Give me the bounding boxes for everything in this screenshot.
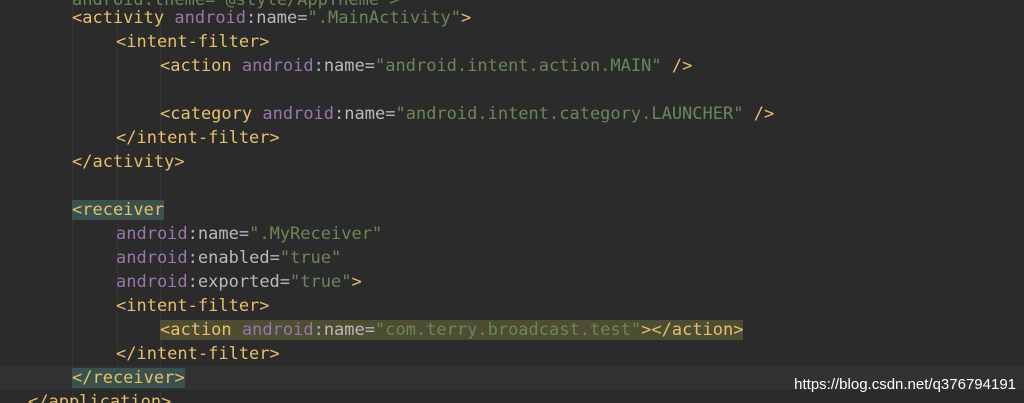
namespace: android xyxy=(116,224,188,244)
colon: : xyxy=(313,320,324,340)
tag: </intent-filter> xyxy=(116,344,280,364)
attribute-name: enabled xyxy=(197,248,270,268)
namespace: android xyxy=(241,56,314,76)
code-line-13: <intent-filter> xyxy=(116,294,270,318)
attribute-name: name xyxy=(256,8,298,28)
tag-close: ></action> xyxy=(641,320,744,340)
attribute-name: exported xyxy=(197,272,280,292)
attribute-value: "true" xyxy=(279,248,342,268)
code-line-5: <category android:name="android.intent.c… xyxy=(160,102,774,126)
tag-open: <action xyxy=(160,56,232,76)
code-line-11: android:enabled="true" xyxy=(116,246,341,270)
equals: = xyxy=(279,272,291,292)
colon: : xyxy=(187,272,198,292)
tag-close: /> xyxy=(661,56,693,76)
code-line-16: </receiver> xyxy=(72,366,185,390)
tag-name: receiver xyxy=(82,200,165,220)
attribute-name: name xyxy=(344,104,386,124)
colon: : xyxy=(187,224,198,244)
equals: = xyxy=(269,248,280,268)
code-line-12: android:exported="true"> xyxy=(116,270,362,294)
tag-close: > xyxy=(351,272,362,292)
attribute-value: "android.intent.category.LAUNCHER" xyxy=(395,104,744,124)
tag: </intent-filter> xyxy=(116,128,280,148)
occurrence-highlight: <action android:name="com.terry.broadcas… xyxy=(160,320,744,340)
equals: = xyxy=(364,320,376,340)
code-line-6: </intent-filter> xyxy=(116,126,280,150)
namespace: android xyxy=(241,320,314,340)
code-line-17: </application> xyxy=(28,390,171,403)
tag: <intent-filter> xyxy=(116,296,270,316)
bracket: < xyxy=(72,200,83,220)
attribute-value: ".MainActivity" xyxy=(307,8,462,28)
attribute-value: ".MyReceiver" xyxy=(249,224,383,244)
colon: : xyxy=(313,56,324,76)
equals: = xyxy=(385,104,396,124)
code-line-2: <intent-filter> xyxy=(116,30,270,54)
editor-gutter xyxy=(0,0,26,403)
code-line-14: <action android:name="com.terry.broadcas… xyxy=(160,318,744,342)
attribute-value: "com.terry.broadcast.test" xyxy=(375,320,642,340)
equals: = xyxy=(238,224,250,244)
tag-open: <activity xyxy=(72,8,165,28)
code-editor[interactable]: android:theme="@style/AppTheme"> <activi… xyxy=(0,0,1024,403)
attribute-value: "android.intent.action.MAIN" xyxy=(375,56,662,76)
namespace: android xyxy=(262,104,335,124)
colon: : xyxy=(246,8,257,28)
attribute-name: name xyxy=(323,320,365,340)
tag-open: <action xyxy=(160,320,232,340)
colon: : xyxy=(334,104,345,124)
tag-open: <category xyxy=(160,104,253,124)
code-line-15: </intent-filter> xyxy=(116,342,280,366)
watermark-text: https://blog.csdn.net/q376794191 xyxy=(794,376,1016,393)
tag-close: /> xyxy=(743,104,775,124)
tag-close-highlighted: </receiver> xyxy=(72,368,185,388)
tag: </activity> xyxy=(72,152,185,172)
tag-close: > xyxy=(461,8,472,28)
code-line-10: android:name=".MyReceiver" xyxy=(116,222,382,246)
equals: = xyxy=(364,56,376,76)
tag: </application> xyxy=(28,392,172,403)
code-line-1: <activity android:name=".MainActivity"> xyxy=(72,6,471,30)
code-line-9: <receiver xyxy=(72,198,165,222)
code-line-7: </activity> xyxy=(72,150,185,174)
code-line-3: <action android:name="android.intent.act… xyxy=(160,54,692,78)
namespace: android xyxy=(174,8,247,28)
colon: : xyxy=(187,248,198,268)
namespace: android xyxy=(116,248,188,268)
tag-open-highlighted: <receiver xyxy=(72,200,165,220)
tag: <intent-filter> xyxy=(116,32,270,52)
attribute-value: "true" xyxy=(290,272,352,292)
namespace: android xyxy=(116,272,188,292)
attribute-name: name xyxy=(323,56,365,76)
equals: = xyxy=(297,8,308,28)
attribute-name: name xyxy=(197,224,239,244)
